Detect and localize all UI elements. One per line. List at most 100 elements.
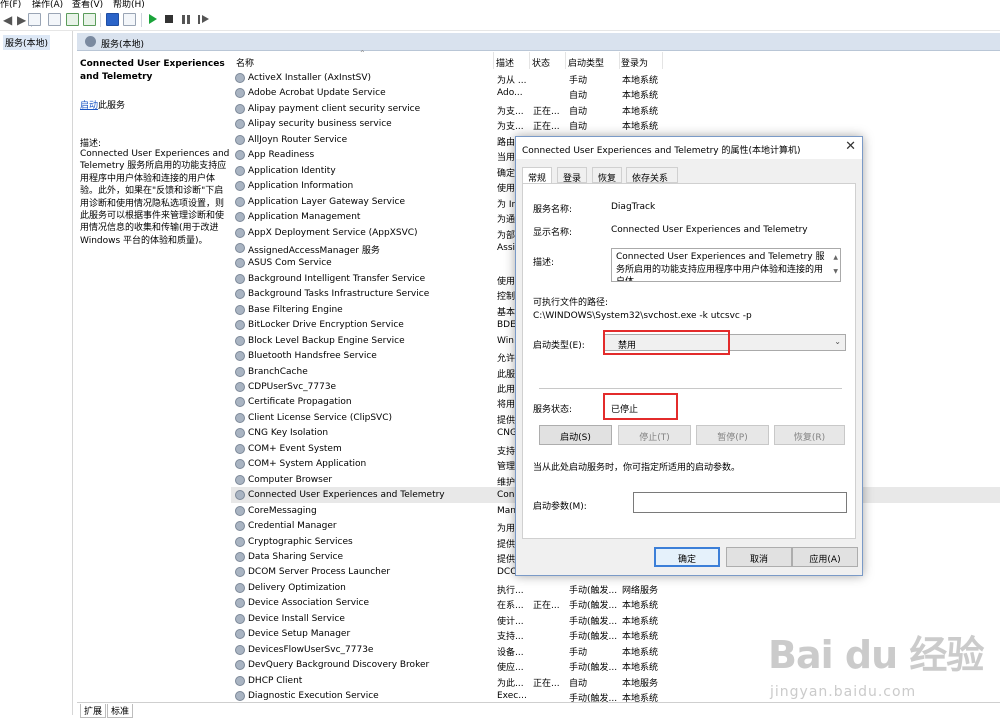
column-header-logon-as[interactable]: 登录为 — [621, 52, 663, 69]
tab-logon[interactable]: 登录 — [557, 167, 587, 184]
tab-dependencies[interactable]: 依存关系 — [626, 167, 678, 184]
start-params-input[interactable] — [633, 492, 847, 513]
menu-action[interactable]: 操作(A) — [32, 0, 63, 9]
tab-general[interactable]: 常规 — [522, 167, 552, 184]
gear-icon — [235, 181, 245, 192]
display-name-label: 显示名称: — [533, 228, 573, 238]
forward-arrow-icon[interactable]: ▶ — [17, 14, 26, 26]
start-params-hint: 当从此处启动服务时，你可指定所适用的启动参数。 — [533, 463, 741, 473]
service-name-cell: Diagnostic Execution Service — [248, 691, 379, 701]
service-logon-cell: 本地系统 — [622, 601, 659, 612]
start-service-link[interactable]: 启动 — [80, 101, 98, 111]
apply-button[interactable]: 应用(A) — [792, 547, 858, 567]
gear-icon — [235, 443, 245, 454]
gear-icon — [235, 613, 245, 624]
service-name-cell: Bluetooth Handsfree Service — [248, 351, 377, 362]
watermark-brand: Bai du 经验 — [768, 633, 984, 677]
show-action-pane-icon[interactable] — [123, 13, 136, 26]
start-button[interactable]: 启动(S) — [539, 425, 612, 445]
service-name-cell: BitLocker Drive Encryption Service — [248, 320, 404, 331]
service-description-cell: 为从 ... — [497, 76, 527, 86]
menu-help[interactable]: 帮助(H) — [113, 0, 145, 9]
service-description-cell: 支持... — [497, 632, 524, 643]
scroll-arrows-icon[interactable]: ▲ ▼ — [833, 251, 838, 279]
console-tree: 服务(本地) — [0, 31, 73, 715]
selected-service-title: Connected User Experiences and Telemetry — [80, 59, 225, 82]
service-startup-cell: 手动 — [569, 76, 588, 86]
properties-icon[interactable] — [48, 13, 61, 26]
tab-extended[interactable]: 扩展 — [80, 704, 107, 718]
table-row[interactable]: Alipay security business service 为支... 正在.… — [231, 116, 1000, 133]
resume-button[interactable]: 恢复(R) — [774, 425, 845, 445]
menu-view[interactable]: 查看(V) — [72, 0, 103, 9]
table-row[interactable]: Adobe Acrobat Update Service Ado... 自动 本地系统 — [231, 85, 1000, 102]
description-box[interactable]: Connected User Experiences and Telemetry… — [611, 248, 841, 282]
gear-icon — [235, 119, 245, 130]
stop-button[interactable]: 停止(T) — [618, 425, 691, 445]
gear-icon — [235, 428, 245, 439]
tree-item-services-local[interactable]: 服务(本地) — [3, 35, 51, 50]
column-header-startup-type[interactable]: 启动类型 — [568, 52, 620, 69]
cancel-button[interactable]: 取消 — [726, 547, 792, 567]
service-name-cell: Base Filtering Engine — [248, 304, 343, 315]
stop-service-icon[interactable] — [163, 13, 176, 26]
menu-file[interactable]: 作(F) — [0, 0, 21, 9]
service-name-cell: Device Install Service — [248, 613, 345, 624]
close-icon[interactable]: ✕ — [845, 140, 856, 154]
service-name-cell: Background Tasks Infrastructure Service — [248, 289, 430, 300]
show-console-tree-icon[interactable] — [28, 13, 41, 26]
ok-button[interactable]: 确定 — [654, 547, 720, 567]
service-name-cell: Certificate Propagation — [248, 397, 352, 408]
service-properties-dialog: Connected User Experiences and Telemetry… — [515, 136, 863, 576]
service-name-label: 服务名称: — [533, 205, 573, 215]
toolbar: ◀ ▶ — [0, 9, 1000, 31]
gear-icon — [235, 382, 245, 392]
gear-icon — [235, 505, 245, 516]
gear-icon — [235, 490, 245, 501]
table-row[interactable]: Delivery Optimization 执行... 手动(触发... 网络服务 — [231, 580, 1000, 596]
gear-icon — [235, 196, 245, 207]
tab-standard[interactable]: 标准 — [107, 704, 134, 718]
table-row[interactable]: ActiveX Installer (AxInstSV) 为从 ... 手动 本地系统 — [231, 70, 1000, 86]
service-startup-cell: 手动 — [569, 647, 588, 658]
highlight-box-status — [603, 393, 678, 420]
service-name-cell: Delivery Optimization — [248, 582, 346, 593]
back-arrow-icon[interactable]: ◀ — [3, 14, 12, 26]
service-status-cell: 正在... — [533, 122, 560, 133]
gear-icon — [235, 165, 245, 176]
chevron-down-icon: ⌄ — [834, 337, 841, 346]
column-header-name[interactable]: 名称 — [236, 52, 494, 69]
table-row[interactable]: Alipay payment client security service 为支… — [231, 101, 1000, 117]
service-startup-cell: 自动 — [569, 91, 588, 102]
service-name-cell: BranchCache — [248, 366, 308, 377]
refresh-icon[interactable] — [66, 13, 79, 26]
service-status-label: 服务状态: — [533, 405, 573, 415]
gear-icon — [235, 320, 245, 331]
tab-recovery[interactable]: 恢复 — [592, 167, 622, 184]
service-logon-cell: 本地服务 — [622, 678, 659, 689]
gear-icon — [235, 474, 245, 485]
restart-service-icon[interactable] — [197, 13, 210, 26]
help-icon[interactable] — [106, 13, 119, 26]
service-startup-cell: 手动(触发... — [569, 585, 618, 596]
start-service-icon[interactable] — [146, 13, 159, 26]
pause-service-icon[interactable] — [180, 13, 193, 26]
service-description-cell: Exec... — [497, 691, 527, 701]
gear-icon — [235, 459, 245, 470]
gear-icon — [235, 212, 245, 223]
column-header-status[interactable]: 状态 — [532, 52, 566, 69]
service-description: Connected User Experiences and Telemetry… — [80, 149, 230, 246]
service-name-cell: ActiveX Installer (AxInstSV) — [248, 73, 372, 83]
display-name-value: Connected User Experiences and Telemetry — [611, 225, 808, 235]
service-description-cell: 设备... — [497, 647, 524, 658]
gear-icon — [235, 289, 245, 300]
toolbar-separator — [141, 13, 142, 27]
gear-icon — [235, 521, 245, 532]
service-description-cell: 在系... — [497, 601, 524, 612]
service-logon-cell: 本地系统 — [622, 647, 659, 658]
export-list-icon[interactable] — [83, 13, 96, 26]
table-row[interactable]: Device Association Service 在系... 正在... 手动(触… — [231, 595, 1000, 612]
baidu-watermark-logo: Bai du 经验 jingyan.baidu.com — [768, 624, 1000, 715]
pause-button[interactable]: 暂停(P) — [696, 425, 769, 445]
column-header-description[interactable]: 描述 — [496, 52, 530, 69]
